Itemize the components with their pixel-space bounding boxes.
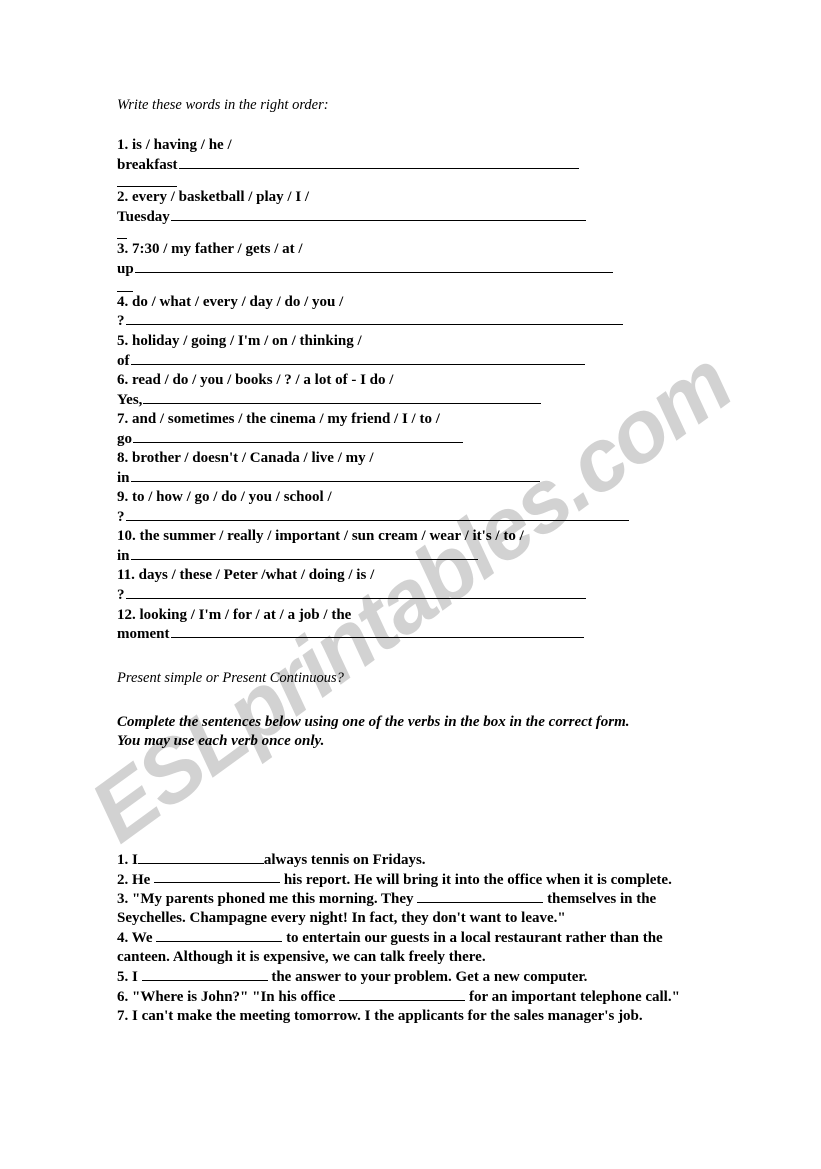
word-order-answer-line[interactable]: in bbox=[117, 468, 707, 488]
word-order-answer-line[interactable]: breakfast bbox=[117, 155, 707, 175]
fill-in-sentence: 7. I can't make the meeting tomorrow. I … bbox=[117, 1007, 707, 1026]
word-order-answer-lead: in bbox=[117, 469, 130, 486]
word-order-answer-lead: moment bbox=[117, 626, 170, 643]
word-order-exercise: 1. is / having / he / breakfast 2. every /… bbox=[117, 136, 707, 645]
word-order-item: 2. every / basketball / play / I / Tuesda… bbox=[117, 188, 707, 227]
answer-blank[interactable] bbox=[137, 850, 264, 864]
sentence-text-after: always tennis on Fridays. bbox=[263, 851, 426, 868]
word-order-item: 8. brother / doesn't / Canada / live / m… bbox=[117, 449, 707, 488]
word-order-prompt: 4. do / what / every / day / do / you / bbox=[117, 293, 344, 310]
word-order-answer-line[interactable]: go bbox=[117, 429, 707, 449]
word-order-prompt: 3. 7:30 / my father / gets / at / bbox=[117, 241, 303, 258]
answer-rule[interactable] bbox=[125, 312, 623, 326]
answer-rule[interactable] bbox=[125, 507, 629, 522]
word-order-answer-line[interactable]: in bbox=[117, 546, 707, 566]
answer-rule[interactable] bbox=[130, 468, 540, 482]
word-order-answer-line[interactable]: Tuesday bbox=[117, 207, 707, 227]
word-order-prompt: 1. is / having / he / bbox=[117, 137, 232, 154]
worksheet-page: Write these words in the right order: 1.… bbox=[0, 0, 821, 1169]
orphan-rule bbox=[117, 238, 127, 240]
word-order-prompt: 10. the summer / really / important / su… bbox=[117, 528, 524, 545]
word-order-item: 12. looking / I'm / for / at / a job / t… bbox=[117, 606, 707, 645]
answer-rule[interactable] bbox=[170, 207, 586, 222]
word-order-prompt: 12. looking / I'm / for / at / a job / t… bbox=[117, 606, 352, 623]
word-order-answer-lead: breakfast bbox=[117, 157, 178, 174]
word-order-item: 7. and / sometimes / the cinema / my fri… bbox=[117, 410, 707, 449]
word-order-answer-lead: ? bbox=[117, 313, 125, 330]
word-order-answer-line[interactable]: of bbox=[117, 351, 707, 371]
sentence-text-before: 7. I can't make the meeting tomorrow. I … bbox=[117, 1007, 643, 1024]
word-order-answer-lead: of bbox=[117, 352, 130, 369]
answer-rule[interactable] bbox=[133, 429, 463, 443]
answer-blank[interactable] bbox=[154, 870, 281, 884]
answer-blank[interactable] bbox=[339, 987, 466, 1001]
fill-in-sentence: 6. "Where is John?" "In his office for a… bbox=[117, 987, 707, 1007]
fill-in-sentence: 2. He his report. He will bring it into … bbox=[117, 870, 707, 890]
answer-blank[interactable] bbox=[156, 928, 283, 942]
answer-rule[interactable] bbox=[178, 155, 579, 170]
answer-rule[interactable] bbox=[130, 546, 478, 561]
answer-rule[interactable] bbox=[130, 351, 585, 365]
word-order-answer-lead: ? bbox=[117, 509, 125, 526]
sentence-text-before: 6. "Where is John?" "In his office bbox=[117, 988, 340, 1005]
section-two-heading: Present simple or Present Continuous? bbox=[117, 669, 344, 686]
section-one-instruction: Write these words in the right order: bbox=[117, 97, 329, 113]
sentence-text-before: 5. I bbox=[117, 968, 142, 985]
sentence-text-after: his report. He will bring it into the of… bbox=[280, 871, 672, 888]
answer-blank[interactable] bbox=[141, 967, 268, 981]
answer-blank[interactable] bbox=[417, 889, 544, 904]
fill-in-sentence: 1. I always tennis on Fridays. bbox=[117, 850, 707, 870]
orphan-rule bbox=[117, 186, 177, 188]
word-order-answer-lead: Yes, bbox=[117, 391, 143, 408]
word-order-answer-lead: in bbox=[117, 548, 130, 565]
sentence-text-after: for an important telephone call." bbox=[465, 988, 680, 1005]
word-order-item: 3. 7:30 / my father / gets / at / up bbox=[117, 240, 707, 279]
section-two-instruction-line1: Complete the sentences below using one o… bbox=[117, 713, 630, 730]
word-order-answer-lead: up bbox=[117, 261, 134, 278]
word-order-answer-line[interactable]: ? bbox=[117, 312, 707, 332]
fill-in-exercise: 1. I always tennis on Fridays. 2. He his r… bbox=[117, 850, 707, 1026]
word-order-item: 5. holiday / going / I'm / on / thinking… bbox=[117, 332, 707, 371]
word-order-prompt: 9. to / how / go / do / you / school / bbox=[117, 489, 332, 506]
answer-rule[interactable] bbox=[134, 260, 613, 274]
sentence-text-before: 3. "My parents phoned me this morning. T… bbox=[117, 891, 418, 908]
word-order-prompt: 8. brother / doesn't / Canada / live / m… bbox=[117, 450, 374, 466]
word-order-prompt: 5. holiday / going / I'm / on / thinking… bbox=[117, 332, 362, 349]
answer-rule[interactable] bbox=[170, 625, 584, 639]
word-order-item: 4. do / what / every / day / do / you /? bbox=[117, 293, 707, 332]
word-order-item: 9. to / how / go / do / you / school /? bbox=[117, 488, 707, 527]
word-order-item: 6. read / do / you / books / ? / a lot o… bbox=[117, 371, 707, 410]
word-order-item: 1. is / having / he / breakfast bbox=[117, 136, 707, 175]
word-order-answer-lead: Tuesday bbox=[117, 209, 170, 226]
word-order-answer-line[interactable]: ? bbox=[117, 586, 707, 606]
sentence-text-before: 1. I bbox=[117, 851, 138, 868]
sentence-text-before: 2. He bbox=[117, 871, 155, 888]
worksheet-content: Write these words in the right order: 1.… bbox=[117, 96, 707, 1026]
word-order-item: 11. days / these / Peter /what / doing /… bbox=[117, 566, 707, 605]
sentence-text-after: the answer to your problem. Get a new co… bbox=[267, 968, 588, 985]
word-order-answer-line[interactable]: up bbox=[117, 260, 707, 280]
orphan-rule bbox=[117, 290, 133, 292]
word-order-prompt: 11. days / these / Peter /what / doing /… bbox=[117, 567, 375, 584]
word-order-item: 10. the summer / really / important / su… bbox=[117, 527, 707, 566]
fill-in-sentence: 5. I the answer to your problem. Get a n… bbox=[117, 967, 707, 987]
word-order-answer-lead: ? bbox=[117, 587, 125, 604]
sentence-text-before: 4. We bbox=[117, 929, 157, 946]
fill-in-sentence: 4. We to entertain our guests in a local… bbox=[117, 928, 707, 967]
word-order-prompt: 7. and / sometimes / the cinema / my fri… bbox=[117, 410, 440, 427]
word-order-prompt: 6. read / do / you / books / ? / a lot o… bbox=[117, 371, 394, 388]
word-order-answer-line[interactable]: Yes, bbox=[117, 390, 707, 410]
answer-rule[interactable] bbox=[143, 390, 542, 404]
fill-in-sentence: 3. "My parents phoned me this morning. T… bbox=[117, 889, 707, 928]
word-order-answer-line[interactable]: moment bbox=[117, 625, 707, 645]
answer-rule[interactable] bbox=[125, 586, 586, 600]
word-order-answer-line[interactable]: ? bbox=[117, 507, 707, 527]
word-order-answer-lead: go bbox=[117, 430, 132, 447]
section-two-instruction-line2: You may use each verb once only. bbox=[117, 733, 325, 750]
word-order-prompt: 2. every / basketball / play / I / bbox=[117, 189, 310, 206]
